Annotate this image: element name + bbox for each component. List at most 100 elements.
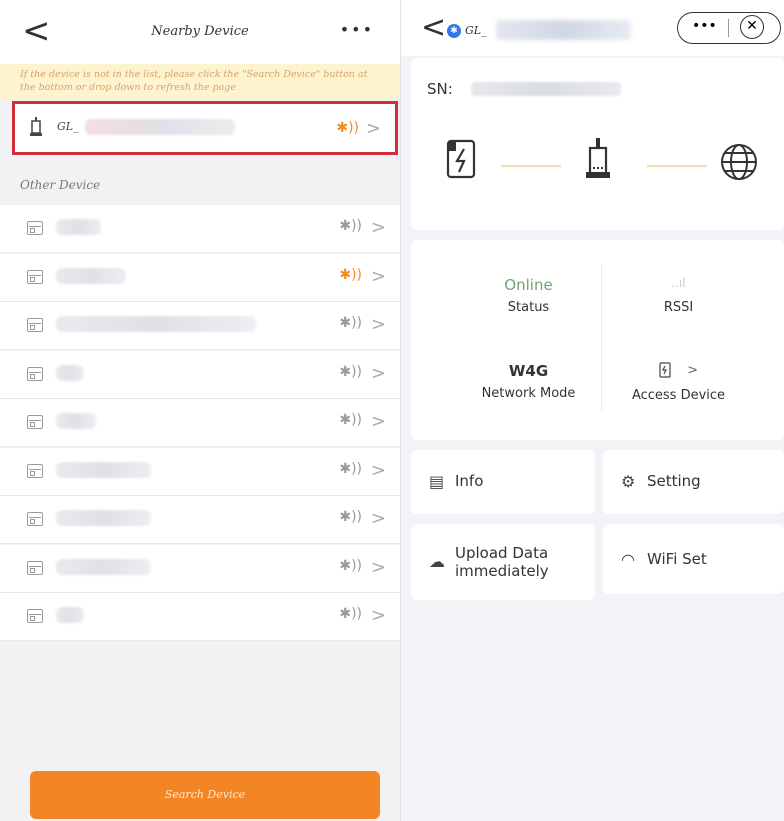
chevron-right-icon: >: [370, 314, 386, 335]
redacted-device-name: [56, 267, 126, 284]
network-mode-label: Network Mode: [481, 386, 576, 401]
device-icon: [27, 221, 43, 235]
device-icon: [27, 560, 43, 575]
wifi-icon: ◠: [621, 550, 635, 569]
chevron-right-icon: >: [370, 265, 386, 287]
nearby-header: < Nearby Device •••: [0, 0, 400, 64]
device-list-item[interactable]: ✱)) >: [0, 302, 400, 350]
bluetooth-signal-icon: ✱)): [339, 266, 362, 283]
redacted-device-name: [56, 219, 101, 235]
status-label: Status: [507, 300, 550, 315]
redacted-device-name: [56, 364, 84, 381]
device-icon: [27, 415, 43, 429]
back-button[interactable]: <: [421, 10, 446, 45]
redacted-device-name: [56, 316, 256, 332]
bluetooth-signal-icon: ✱)): [339, 315, 362, 331]
redacted-device-name: [56, 510, 151, 526]
wifi-set-label: WiFi Set: [647, 550, 707, 568]
status-metric: Online Status: [461, 276, 596, 315]
selected-device-row[interactable]: GL_ ✱)) >: [12, 101, 398, 155]
device-list-item[interactable]: ✱)) >: [0, 447, 400, 496]
device-list-item[interactable]: ✱)) >: [0, 544, 400, 593]
bluetooth-signal-icon: ✱)): [339, 557, 362, 574]
access-device-metric[interactable]: > Access Device: [611, 362, 746, 403]
wifi-set-tile[interactable]: ◠ WiFi Set: [603, 524, 784, 594]
device-icon: [27, 609, 43, 623]
device-detail-panel: < ✱ GL_ ••• ✕ SN: Online Status ..ıl RSS…: [401, 0, 784, 821]
network-mode-value: W4G: [508, 362, 549, 380]
capsule-divider: [728, 19, 729, 37]
device-list-item[interactable]: ✱)) >: [0, 253, 400, 302]
device-list-item[interactable]: ✱)) >: [0, 350, 400, 399]
bluetooth-badge-icon: ✱: [447, 24, 461, 38]
access-device-row: >: [611, 362, 746, 382]
redacted-device-id: [85, 119, 235, 135]
redacted-serial-number: [471, 82, 621, 96]
chevron-right-icon: >: [370, 605, 386, 626]
chevron-right-icon: >: [687, 362, 699, 378]
device-list-item[interactable]: ✱)) >: [0, 399, 400, 447]
chevron-right-icon: >: [370, 508, 386, 529]
detail-header: < ✱ GL_ ••• ✕: [401, 0, 784, 56]
gateway-icon: [586, 138, 610, 178]
bluetooth-signal-icon: ✱)): [339, 363, 362, 380]
redacted-device-name: [56, 461, 151, 478]
chevron-right-icon: >: [370, 556, 386, 578]
device-name: GL_: [465, 24, 487, 37]
serial-number-label: SN:: [427, 80, 453, 98]
capsule-more-button[interactable]: •••: [692, 18, 717, 34]
device-list-item[interactable]: ✱)) >: [0, 496, 400, 544]
gateway-device-icon: [30, 117, 42, 136]
topology-card: SN:: [411, 58, 784, 230]
bluetooth-signal-icon: ✱)): [339, 412, 362, 428]
rssi-metric: ..ıl RSSI: [611, 276, 746, 315]
redacted-device-name: [56, 413, 96, 429]
device-icon: [27, 269, 43, 284]
device-list-item[interactable]: ✱)) >: [0, 593, 400, 641]
metric-divider: [601, 264, 602, 412]
inverter-small-icon: [659, 362, 671, 378]
redacted-device-name: [56, 607, 84, 623]
setting-label: Setting: [647, 472, 701, 490]
info-label: Info: [455, 472, 484, 490]
access-device-label: Access Device: [631, 388, 726, 403]
more-menu-button[interactable]: •••: [340, 20, 374, 39]
inverter-icon: [446, 139, 476, 179]
chevron-right-icon: >: [370, 217, 386, 238]
calendar-icon: ▤: [429, 472, 445, 491]
device-icon: [27, 318, 43, 332]
status-card: Online Status ..ıl RSSI W4G Network Mode…: [411, 240, 784, 440]
upload-data-tile[interactable]: ☁ Upload Data immediately: [411, 524, 595, 600]
signal-icon: ..ıl: [671, 276, 686, 290]
network-mode-metric: W4G Network Mode: [461, 362, 596, 401]
search-device-button[interactable]: Search Device: [30, 771, 380, 819]
info-tile[interactable]: ▤ Info: [411, 450, 595, 514]
connection-line: [647, 165, 707, 167]
miniapp-capsule: ••• ✕: [677, 12, 781, 44]
device-list-item[interactable]: ✱)) >: [0, 205, 400, 253]
bluetooth-signal-icon: ✱)): [336, 120, 359, 136]
capsule-close-button[interactable]: ✕: [740, 15, 764, 39]
upload-data-label: Upload Data immediately: [455, 544, 549, 580]
device-icon: [27, 463, 43, 478]
chevron-right-icon: >: [370, 411, 386, 432]
selected-device-name: GL_: [57, 120, 79, 133]
rssi-label: RSSI: [663, 300, 694, 315]
chevron-right-icon: >: [370, 362, 386, 384]
gear-icon: ⚙: [621, 472, 636, 491]
status-value: Online: [504, 276, 553, 294]
bluetooth-signal-icon: ✱)): [339, 509, 362, 525]
bluetooth-signal-icon: ✱)): [339, 606, 362, 622]
bluetooth-signal-icon: ✱)): [339, 460, 362, 477]
connection-line: [501, 165, 561, 167]
device-icon: [27, 366, 43, 381]
chevron-right-icon: >: [370, 459, 386, 481]
cloud-upload-icon: ☁: [429, 552, 445, 571]
setting-tile[interactable]: ⚙ Setting: [603, 450, 784, 514]
globe-icon: [721, 144, 757, 180]
refresh-notice: If the device is not in the list, please…: [0, 64, 400, 100]
redacted-device-name: [56, 558, 151, 575]
redacted-device-id: [496, 20, 631, 40]
device-icon: [27, 512, 43, 526]
nearby-device-panel: < Nearby Device ••• If the device is not…: [0, 0, 401, 821]
